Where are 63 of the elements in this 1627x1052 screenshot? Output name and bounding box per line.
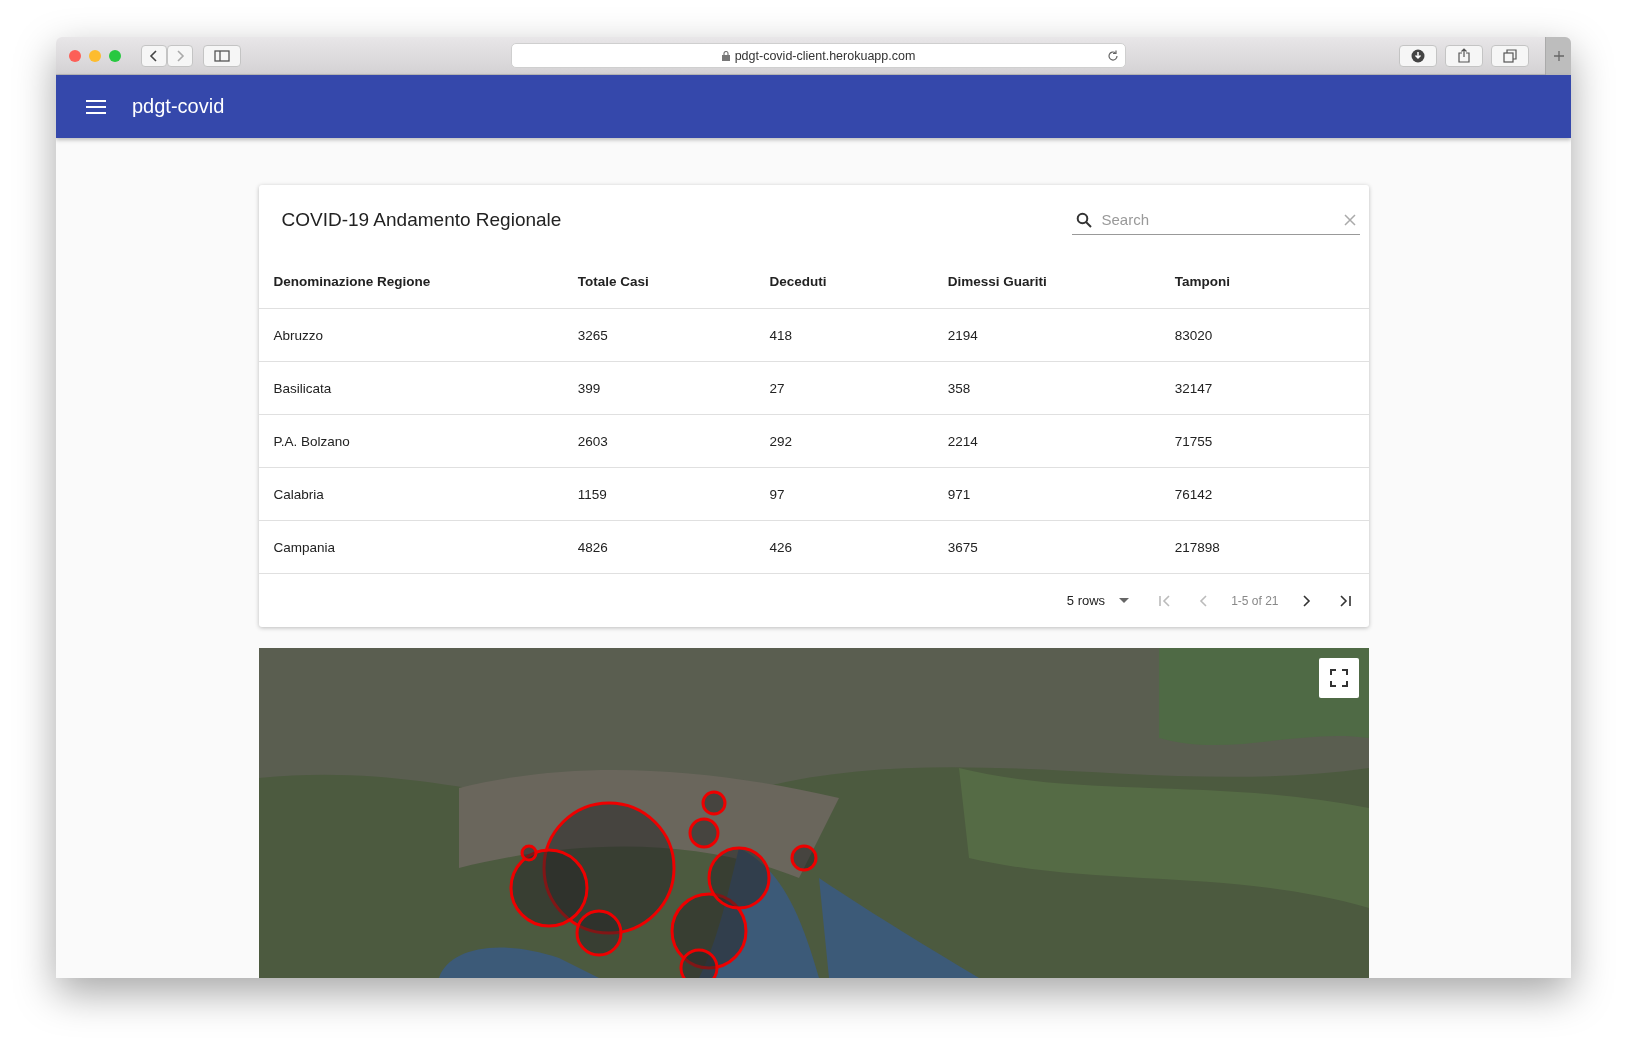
table-cell: 1159 bbox=[562, 467, 755, 521]
table-cell: 418 bbox=[754, 308, 933, 362]
chevron-left-icon bbox=[1199, 594, 1210, 607]
chevron-left-icon bbox=[149, 49, 159, 62]
column-header[interactable]: Totale Casi bbox=[562, 255, 755, 309]
back-button[interactable] bbox=[141, 44, 167, 67]
close-icon[interactable] bbox=[69, 49, 81, 62]
column-header[interactable]: Tamponi bbox=[1159, 255, 1369, 309]
table-cell: 76142 bbox=[1159, 467, 1369, 521]
search-icon bbox=[1075, 211, 1092, 228]
table-cell: 971 bbox=[932, 467, 1160, 521]
menu-icon bbox=[86, 99, 106, 114]
table-cell: 2603 bbox=[562, 414, 755, 468]
table-title: COVID-19 Andamento Regionale bbox=[281, 209, 562, 231]
forward-button[interactable] bbox=[167, 44, 193, 67]
page-range: 1-5 of 21 bbox=[1231, 593, 1279, 608]
url-text: pdgt-covid-client.herokuapp.com bbox=[734, 48, 916, 63]
table-cell: 4826 bbox=[562, 520, 755, 574]
table-cell: 399 bbox=[562, 361, 755, 415]
table-cell: 292 bbox=[754, 414, 933, 468]
table-cell: Calabria bbox=[258, 467, 563, 521]
lock-icon bbox=[721, 50, 730, 61]
table-cell: 217898 bbox=[1159, 520, 1369, 574]
table-cell: 2214 bbox=[932, 414, 1160, 468]
plus-icon bbox=[1552, 49, 1565, 62]
rows-per-page-select[interactable]: 5 rows bbox=[1066, 593, 1130, 608]
download-button[interactable] bbox=[1399, 44, 1437, 67]
new-tab-button[interactable] bbox=[1545, 37, 1571, 75]
clear-icon[interactable] bbox=[1343, 213, 1356, 226]
fullscreen-icon bbox=[1329, 669, 1348, 687]
dropdown-icon bbox=[1119, 598, 1130, 603]
column-header[interactable]: Denominazione Regione bbox=[258, 255, 563, 309]
address-bar[interactable]: pdgt-covid-client.herokuapp.com bbox=[511, 43, 1126, 68]
table-cell: Campania bbox=[258, 520, 563, 574]
table-cell: 426 bbox=[754, 520, 933, 574]
sidebar-button[interactable] bbox=[203, 44, 241, 67]
download-icon bbox=[1411, 48, 1425, 63]
table-cell: 83020 bbox=[1159, 308, 1369, 362]
table-cell: 2194 bbox=[932, 308, 1160, 362]
tabs-button[interactable] bbox=[1491, 44, 1529, 67]
chevron-right-icon bbox=[1300, 594, 1311, 607]
table-cell: 358 bbox=[932, 361, 1160, 415]
table-cell: 3265 bbox=[562, 308, 755, 362]
table-cell: Abruzzo bbox=[258, 308, 563, 362]
chevron-right-icon bbox=[175, 49, 185, 62]
maximize-icon[interactable] bbox=[109, 49, 121, 62]
table-cell: 27 bbox=[754, 361, 933, 415]
fullscreen-button[interactable] bbox=[1318, 658, 1359, 698]
column-header[interactable]: Dimessi Guariti bbox=[932, 255, 1160, 309]
table-cell: Basilicata bbox=[258, 361, 563, 415]
table-cell: 71755 bbox=[1159, 414, 1369, 468]
table-cell: 32147 bbox=[1159, 361, 1369, 415]
sidebar-icon bbox=[214, 49, 230, 62]
share-button[interactable] bbox=[1445, 44, 1483, 67]
table-cell: 3675 bbox=[932, 520, 1160, 574]
share-icon bbox=[1458, 48, 1470, 63]
reload-icon[interactable] bbox=[1107, 49, 1119, 62]
app-title: pdgt-covid bbox=[132, 95, 225, 118]
table-cell: P.A. Bolzano bbox=[258, 414, 563, 468]
search-field[interactable]: Search bbox=[1101, 211, 1334, 228]
column-header[interactable]: Deceduti bbox=[754, 255, 933, 309]
table-cell: 97 bbox=[754, 467, 933, 521]
tabs-icon bbox=[1503, 48, 1517, 63]
